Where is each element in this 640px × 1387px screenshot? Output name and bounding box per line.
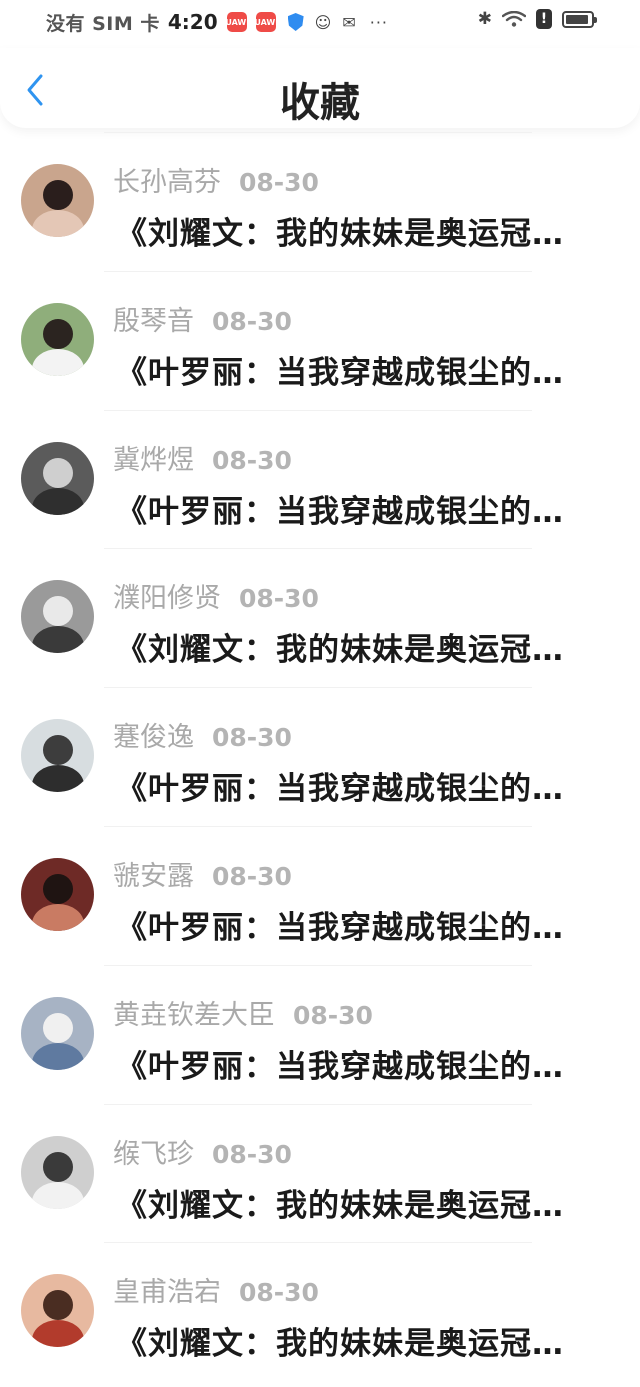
status-bar: 没有 SIM 卡 4:20 HUAWEI HUAWEI ☺ ✉ ··· ✱ !	[0, 0, 640, 44]
avatar[interactable]	[21, 857, 94, 931]
avatar-head	[43, 735, 73, 766]
item-meta: 蹇俊逸 08-30	[113, 715, 292, 754]
item-date: 08-30	[239, 168, 319, 197]
user-name: 皇甫浩宕	[113, 1277, 221, 1309]
item-date: 08-30	[212, 306, 292, 336]
list-item[interactable]: 虢安露 08-30 《叶罗丽：当我穿越成银尘的…	[0, 825, 640, 965]
user-name: 蹇俊逸	[113, 722, 194, 754]
avatar-head	[43, 1012, 73, 1043]
user-name: 长孙高芬	[113, 167, 221, 198]
avatar-head	[43, 596, 73, 627]
avatar-head	[43, 318, 73, 349]
item-date: 08-30	[239, 1278, 319, 1308]
item-title[interactable]: 《叶罗丽：当我穿越成银尘的…	[116, 347, 616, 392]
item-meta: 缑飞珍 08-30	[113, 1132, 292, 1171]
avatar-body	[32, 1181, 84, 1209]
item-title[interactable]: 《刘耀文：我的妹妹是奥运冠…	[116, 624, 616, 669]
avatar-head	[43, 180, 73, 210]
user-name: 濮阳修贤	[113, 583, 221, 615]
avatar[interactable]	[21, 1274, 94, 1348]
list-item[interactable]: 殷琴音 08-30 《叶罗丽：当我穿越成银尘的…	[0, 270, 640, 410]
user-name: 殷琴音	[113, 305, 194, 337]
user-name: 缑飞珍	[113, 1138, 194, 1170]
item-title[interactable]: 《叶罗丽：当我穿越成银尘的…	[116, 1041, 616, 1086]
avatar-body	[32, 626, 84, 654]
item-date: 08-30	[239, 584, 319, 614]
user-name: 黄垚钦差大臣	[113, 999, 275, 1031]
item-meta: 殷琴音 08-30	[113, 299, 292, 338]
alert-icon: !	[536, 9, 552, 29]
avatar[interactable]	[21, 580, 94, 654]
item-meta: 濮阳修贤 08-30	[113, 576, 319, 615]
item-meta: 黄垚钦差大臣 08-30	[113, 993, 373, 1032]
item-meta: 虢安露 08-30	[113, 854, 292, 893]
avatar-body	[32, 348, 84, 376]
avatar-body	[32, 1320, 84, 1348]
wechat-icon: ✉	[342, 12, 356, 32]
list-item[interactable]: 蹇俊逸 08-30 《叶罗丽：当我穿越成银尘的…	[0, 687, 640, 826]
user-name: 冀烨煜	[113, 444, 194, 476]
item-meta: 皇甫浩宕 08-30	[113, 1270, 319, 1309]
avatar-body	[32, 210, 84, 237]
item-date: 08-30	[212, 861, 292, 891]
avatar-body	[32, 487, 84, 515]
avatar-body	[32, 1042, 84, 1070]
list-item[interactable]: 黄垚钦差大臣 08-30 《叶罗丽：当我穿越成银尘的…	[0, 964, 640, 1104]
list-item[interactable]: 冀烨煜 08-30 《叶罗丽：当我穿越成银尘的…	[0, 409, 640, 549]
item-date: 08-30	[212, 723, 292, 753]
more-notifications-icon: ···	[369, 12, 388, 32]
battery-fill	[566, 14, 588, 24]
item-meta: 冀烨煜 08-30	[113, 438, 292, 477]
item-meta: 长孙高芬 08-30	[113, 160, 319, 199]
bluetooth-icon: ✱	[477, 9, 492, 29]
avatar[interactable]	[21, 996, 94, 1070]
item-date: 08-30	[212, 1139, 292, 1169]
item-title[interactable]: 《叶罗丽：当我穿越成银尘的…	[116, 902, 616, 947]
battery-icon	[562, 10, 597, 28]
clock-time: 4:20	[167, 10, 218, 34]
nav-header: 收藏	[0, 48, 640, 128]
avatar-head	[43, 873, 73, 904]
list-item[interactable]: 濮阳修贤 08-30 《刘耀文：我的妹妹是奥运冠…	[0, 548, 640, 687]
status-right: ✱ !	[477, 9, 597, 29]
huawei-app-icon-2: HUAWEI	[248, 12, 284, 32]
item-title[interactable]: 《叶罗丽：当我穿越成银尘的…	[116, 486, 616, 531]
avatar[interactable]	[21, 302, 94, 376]
user-name: 虢安露	[113, 860, 194, 892]
shield-icon	[287, 13, 304, 31]
huawei-app-icon: HUAWEI	[219, 12, 255, 32]
avatar[interactable]	[21, 441, 94, 515]
avatar-head	[43, 1290, 73, 1321]
avatar-head	[43, 457, 73, 488]
item-title[interactable]: 《叶罗丽：当我穿越成银尘的…	[116, 763, 616, 808]
list-item[interactable]: 长孙高芬 08-30 《刘耀文：我的妹妹是奥运冠…	[0, 132, 640, 271]
avatar-head	[43, 1151, 73, 1182]
avatar[interactable]	[21, 719, 94, 793]
avatar[interactable]	[21, 1135, 94, 1209]
avatar-body	[32, 903, 84, 931]
item-date: 08-30	[212, 445, 292, 475]
favorites-list: 长孙高芬 08-30 《刘耀文：我的妹妹是奥运冠… 殷琴音 08-30 《叶罗丽…	[0, 132, 640, 1381]
item-date: 08-30	[293, 1000, 373, 1030]
item-title[interactable]: 《刘耀文：我的妹妹是奥运冠…	[116, 1318, 616, 1363]
page-title: 收藏	[280, 80, 360, 126]
status-left: 没有 SIM 卡 4:20 HUAWEI HUAWEI ☺ ✉ ···	[46, 9, 388, 36]
item-title[interactable]: 《刘耀文：我的妹妹是奥运冠…	[116, 1180, 616, 1225]
list-item[interactable]: 皇甫浩宕 08-30 《刘耀文：我的妹妹是奥运冠…	[0, 1242, 640, 1381]
emoji-icon: ☺	[314, 12, 332, 32]
avatar-body	[32, 765, 84, 793]
avatar[interactable]	[21, 164, 94, 237]
carrier-text: 没有 SIM 卡	[46, 12, 160, 35]
item-title[interactable]: 《刘耀文：我的妹妹是奥运冠…	[116, 208, 616, 253]
list-item[interactable]: 缑飞珍 08-30 《刘耀文：我的妹妹是奥运冠…	[0, 1103, 640, 1243]
wifi-icon	[502, 11, 526, 27]
